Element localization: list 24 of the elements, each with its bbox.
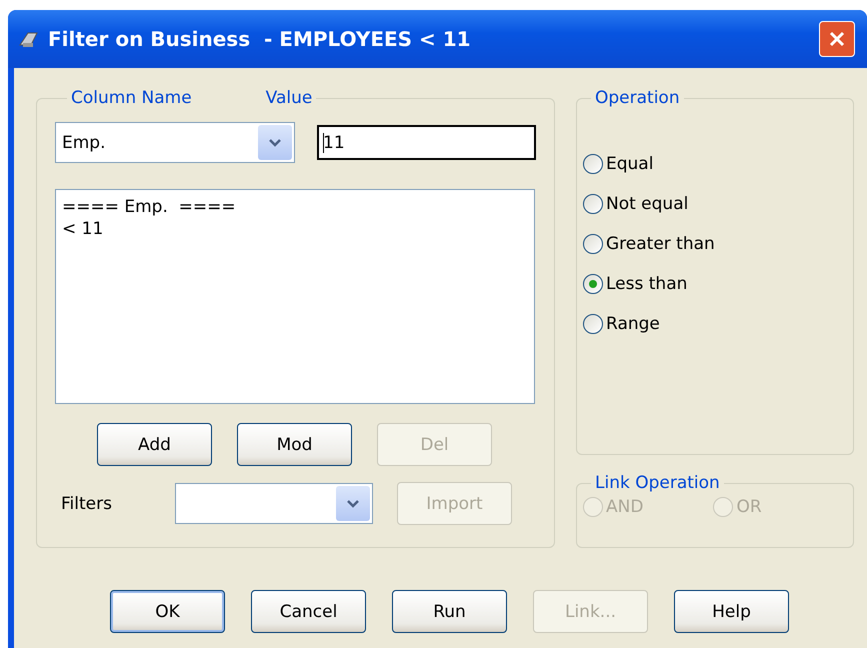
radio-label: Less than	[606, 274, 688, 294]
action-button[interactable]: Add	[97, 423, 212, 466]
column-dropdown[interactable]: Emp.	[55, 122, 295, 163]
radio-label: Equal	[606, 154, 654, 174]
list-line: < 11	[62, 218, 104, 240]
radio-label: Not equal	[606, 194, 688, 214]
radio-label: OR	[736, 497, 762, 517]
radio-label: Greater than	[606, 234, 715, 254]
filter-list[interactable]: ==== Emp. ==== < 11	[55, 189, 535, 404]
action-button[interactable]: Mod	[237, 423, 352, 466]
dialog-button[interactable]: Help	[674, 590, 789, 633]
filters-label: Filters	[60, 494, 113, 514]
list-line: ==== Emp. ====	[62, 196, 237, 218]
radio-label: AND	[606, 497, 644, 517]
group-label: Column Name	[71, 88, 192, 108]
group-label: Value	[266, 88, 312, 108]
radio-label: Range	[606, 314, 660, 334]
dialog-button[interactable]: OK	[110, 590, 225, 633]
value-field[interactable]: 11	[317, 125, 536, 160]
group-label: Operation	[595, 88, 680, 108]
window-title: Filter on Business - EMPLOYEES < 11	[48, 27, 471, 51]
dialog-button[interactable]: Cancel	[251, 590, 366, 633]
group-label: Link Operation	[595, 473, 720, 493]
dialog-button[interactable]: Run	[392, 590, 507, 633]
